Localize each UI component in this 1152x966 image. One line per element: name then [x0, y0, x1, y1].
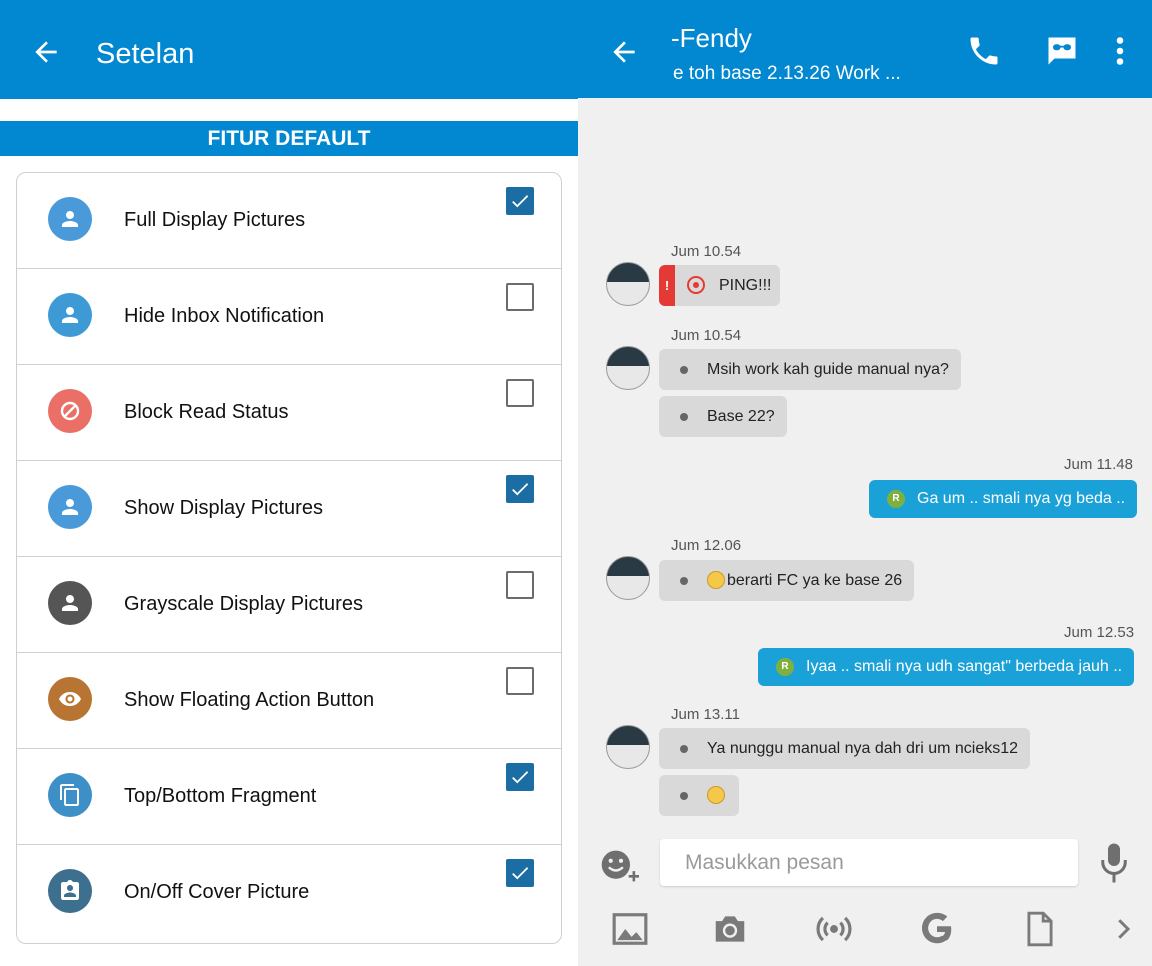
back-arrow-icon[interactable] [30, 36, 62, 68]
setting-top-bottom-fragment[interactable]: Top/Bottom Fragment [17, 749, 561, 845]
message-dot [680, 577, 688, 585]
message-timestamp: Jum 13.11 [671, 706, 740, 723]
incoming-message[interactable]: Base 22? [659, 396, 787, 437]
message-dot [680, 792, 688, 800]
message-input[interactable]: Masukkan pesan [660, 839, 1078, 886]
person-icon [48, 197, 92, 241]
incoming-message[interactable]: berarti FC ya ke base 26 [659, 560, 915, 601]
setting-checkbox[interactable] [506, 283, 534, 311]
eye-icon [48, 677, 92, 721]
message-dot [680, 745, 688, 753]
message-timestamp: Jum 12.53 [1064, 624, 1135, 641]
incoming-message[interactable]: Msih work kah guide manual nya? [659, 349, 961, 390]
chat-screen: -Fendy e toh base 2.13.26 Work ... Jum 1… [578, 0, 1152, 966]
setting-checkbox[interactable] [506, 571, 534, 599]
read-receipt-badge: R [887, 490, 905, 508]
message-text: Ga um .. smali nya yg beda .. [917, 490, 1126, 507]
outgoing-message[interactable]: R Ga um .. smali nya yg beda .. [869, 480, 1138, 518]
setting-show-display-pictures[interactable]: Show Display Pictures [17, 461, 561, 557]
person-icon [48, 581, 92, 625]
message-text: Base 22? [707, 408, 775, 425]
setting-full-display-pictures[interactable]: Full Display Pictures [17, 173, 561, 269]
google-icon[interactable] [918, 910, 956, 948]
setting-label: Full Display Pictures [124, 209, 306, 231]
microphone-icon[interactable] [1099, 842, 1129, 884]
avatar[interactable] [606, 556, 650, 600]
settings-app-bar: Setelan [0, 0, 578, 99]
setting-grayscale-display-pictures[interactable]: Grayscale Display Pictures [17, 557, 561, 653]
copy-icon [48, 773, 92, 817]
message-timestamp: Jum 11.48 [1064, 456, 1133, 473]
setting-label: Show Display Pictures [124, 497, 323, 519]
settings-list: Full Display Pictures Hide Inbox Notific… [16, 172, 562, 944]
message-timestamp: Jum 10.54 [671, 243, 742, 260]
incoming-message[interactable]: Ya nunggu manual nya dah dri um ncieks12 [659, 728, 1031, 769]
settings-screen: Setelan FITUR DEFAULT Full Display Pictu… [0, 0, 578, 966]
setting-checkbox[interactable] [506, 763, 534, 791]
incognito-chat-icon[interactable] [1044, 33, 1080, 69]
grin-emoji-icon [707, 785, 725, 804]
read-receipt-badge: R [776, 658, 794, 676]
message-text: Iyaa .. smali nya udh sangat" berbeda ja… [806, 658, 1123, 675]
outgoing-message[interactable]: R Iyaa .. smali nya udh sangat" berbeda … [758, 648, 1135, 686]
setting-label: Block Read Status [124, 401, 289, 423]
avatar[interactable] [606, 346, 650, 390]
person-icon [48, 485, 92, 529]
message-timestamp: Jum 10.54 [671, 327, 742, 344]
message-text: berarti FC ya ke base 26 [727, 572, 903, 589]
file-icon[interactable] [1021, 910, 1059, 948]
broadcast-icon[interactable] [815, 910, 853, 948]
setting-on-off-cover-picture[interactable]: On/Off Cover Picture [17, 845, 561, 941]
setting-block-read-status[interactable]: Block Read Status [17, 365, 561, 461]
person-icon [48, 293, 92, 337]
setting-label: Top/Bottom Fragment [124, 785, 317, 807]
incoming-message[interactable] [659, 775, 739, 816]
avatar[interactable] [606, 725, 650, 769]
setting-label: Grayscale Display Pictures [124, 593, 363, 615]
setting-label: Show Floating Action Button [124, 689, 375, 711]
setting-checkbox[interactable] [506, 475, 534, 503]
message-dot [680, 366, 688, 374]
chevron-right-icon[interactable] [1108, 910, 1138, 948]
section-header: FITUR DEFAULT [0, 121, 578, 156]
contact-status: e toh base 2.13.26 Work ... [673, 63, 901, 84]
setting-checkbox[interactable] [506, 187, 534, 215]
ping-icon [687, 276, 705, 294]
more-options-icon[interactable] [1102, 33, 1138, 69]
camera-icon[interactable] [711, 910, 749, 948]
contact-name[interactable]: -Fendy [671, 22, 752, 54]
message-dot [680, 413, 688, 421]
setting-hide-inbox-notification[interactable]: Hide Inbox Notification [17, 269, 561, 365]
back-arrow-icon[interactable] [608, 36, 640, 68]
add-emoji-icon[interactable] [600, 848, 642, 884]
message-timestamp: Jum 12.06 [671, 537, 742, 554]
frown-emoji-icon [707, 570, 725, 589]
message-text: Msih work kah guide manual nya? [707, 361, 949, 378]
setting-label: Hide Inbox Notification [124, 305, 325, 327]
settings-title: Setelan [96, 38, 195, 70]
setting-checkbox[interactable] [506, 859, 534, 887]
message-text: PING!!! [719, 277, 772, 294]
phone-icon[interactable] [966, 33, 1002, 69]
ping-message[interactable]: ! PING!!! [659, 265, 780, 306]
setting-label: On/Off Cover Picture [124, 881, 310, 903]
alert-badge: ! [659, 265, 675, 306]
setting-checkbox[interactable] [506, 667, 534, 695]
setting-checkbox[interactable] [506, 379, 534, 407]
contact-card-icon [48, 869, 92, 913]
setting-show-floating-action-button[interactable]: Show Floating Action Button [17, 653, 561, 749]
chat-app-bar: -Fendy e toh base 2.13.26 Work ... [578, 0, 1152, 98]
avatar[interactable] [606, 262, 650, 306]
image-gallery-icon[interactable] [611, 910, 649, 948]
block-icon [48, 389, 92, 433]
message-text: Ya nunggu manual nya dah dri um ncieks12 [707, 740, 1019, 757]
